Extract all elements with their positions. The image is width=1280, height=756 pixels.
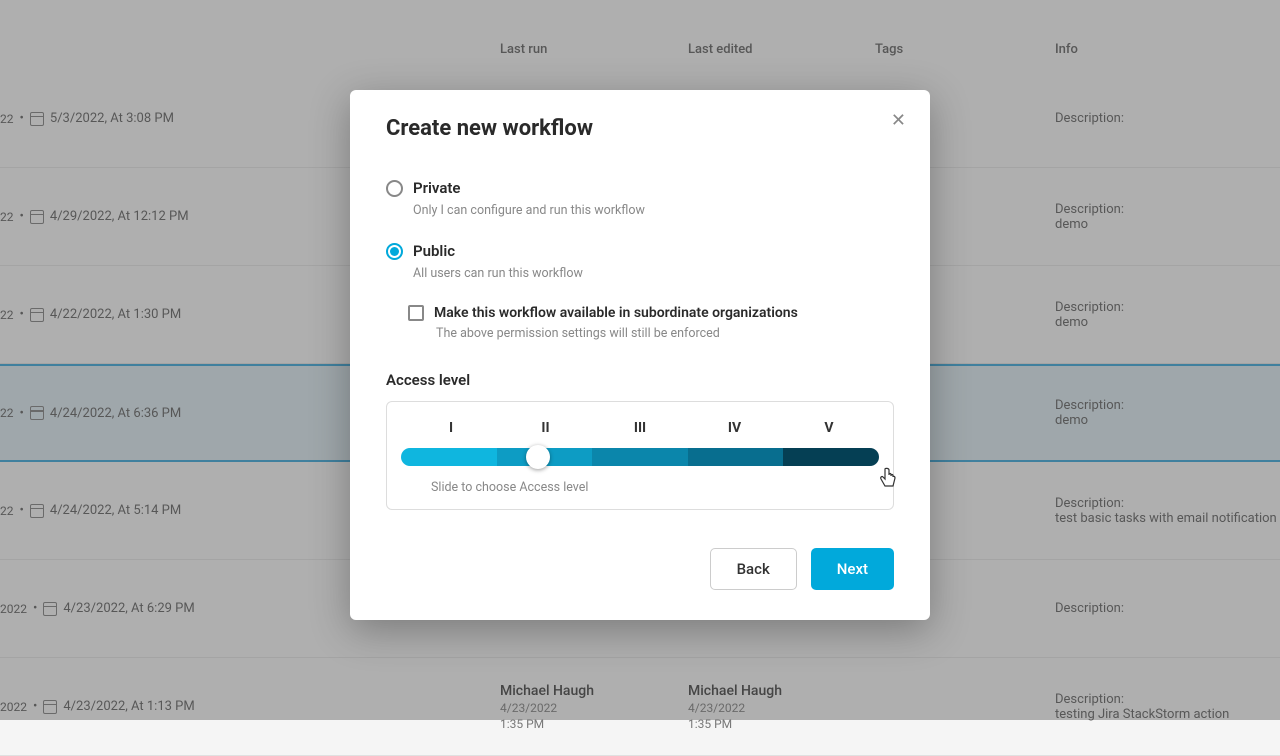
radio-icon (386, 243, 403, 260)
checkbox-label: Make this workflow available in subordin… (434, 305, 798, 321)
radio-label: Public (413, 242, 455, 260)
access-level-slider[interactable] (401, 448, 879, 466)
checkbox-description: The above permission settings will still… (436, 326, 894, 341)
close-icon: ✕ (891, 110, 906, 131)
slider-hint: Slide to choose Access level (431, 480, 879, 495)
radio-description: Only I can configure and run this workfl… (413, 203, 894, 218)
radio-description: All users can run this workflow (413, 266, 894, 281)
next-button[interactable]: Next (811, 548, 894, 590)
slider-label-5: V (819, 420, 839, 436)
slider-label-2: II (536, 420, 556, 436)
checkbox-icon (408, 305, 424, 321)
create-workflow-modal: Create new workflow ✕ Private Only I can… (350, 90, 930, 620)
slider-label-1: I (441, 420, 461, 436)
access-level-box: I II III IV V Slide to choose Access lev… (386, 401, 894, 510)
radio-label: Private (413, 179, 461, 197)
access-level-title: Access level (386, 371, 894, 389)
slider-handle[interactable] (526, 445, 550, 469)
slider-labels: I II III IV V (401, 420, 879, 436)
radio-option-public[interactable]: Public All users can run this workflow (386, 242, 894, 281)
slider-label-3: III (630, 420, 650, 436)
back-button[interactable]: Back (710, 548, 797, 590)
close-button[interactable]: ✕ (891, 110, 906, 131)
slider-label-4: IV (725, 420, 745, 436)
checkbox-subordinate-orgs[interactable]: Make this workflow available in subordin… (408, 305, 894, 341)
modal-title: Create new workflow (386, 116, 894, 141)
radio-option-private[interactable]: Private Only I can configure and run thi… (386, 179, 894, 218)
radio-icon (386, 180, 403, 197)
